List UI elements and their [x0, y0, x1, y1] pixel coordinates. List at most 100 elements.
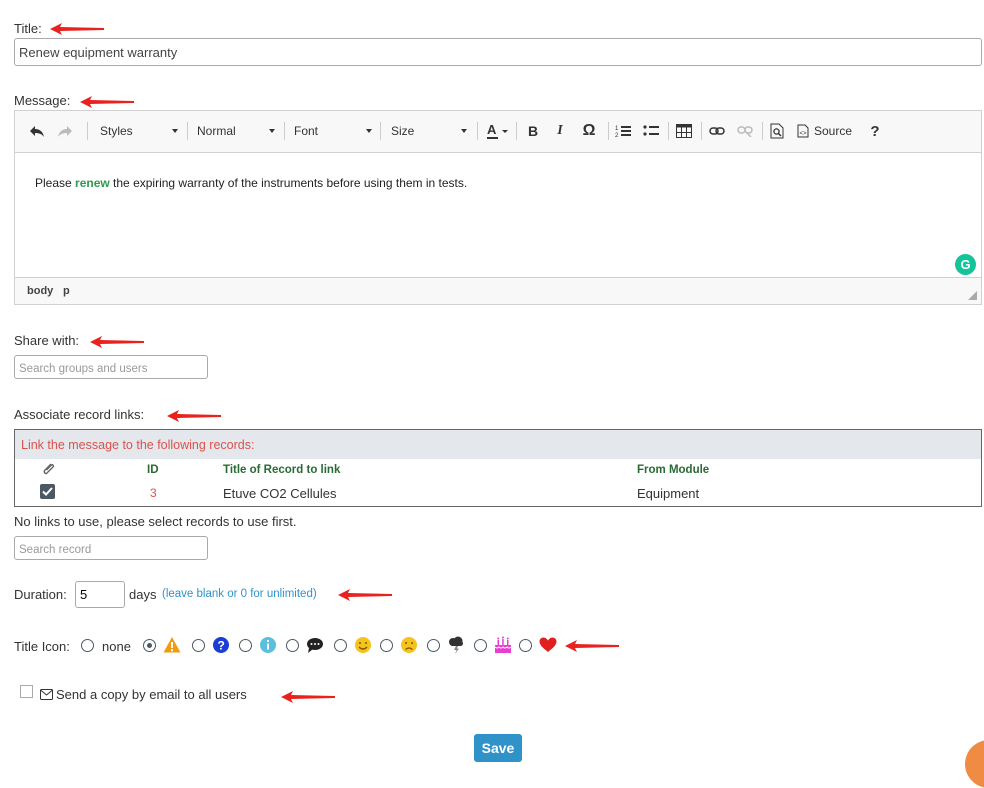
format-label: Normal	[197, 124, 236, 138]
duration-hint: (leave blank or 0 for unlimited)	[162, 588, 317, 600]
styles-label: Styles	[100, 124, 133, 138]
scroll-top-button[interactable]	[965, 740, 984, 788]
chevron-down-icon	[172, 129, 178, 133]
chevron-down-icon	[461, 129, 467, 133]
column-header-title: Title of Record to link	[223, 464, 341, 476]
speech-bubble-icon	[306, 636, 324, 654]
records-heading-text: Link the message to the following record…	[21, 438, 255, 452]
records-note: No links to use, please select records t…	[14, 514, 297, 529]
radio-cloud[interactable]	[427, 639, 440, 652]
email-copy-label: Send a copy by email to all users	[56, 687, 247, 702]
size-dropdown[interactable]: Size	[391, 121, 467, 141]
styles-dropdown[interactable]: Styles	[100, 121, 178, 141]
message-text: Please	[35, 176, 76, 190]
status-path-body[interactable]: body	[27, 285, 53, 297]
record-module: Equipment	[637, 486, 700, 501]
red-arrow-icon	[48, 22, 106, 36]
font-label: Font	[294, 124, 319, 138]
red-arrow-icon	[336, 588, 394, 602]
duration-label: Duration:	[14, 587, 67, 602]
storm-cloud-icon	[447, 636, 465, 654]
message-label: Message:	[14, 93, 71, 108]
record-id: 3	[150, 486, 157, 500]
paperclip-icon	[41, 461, 57, 480]
warning-icon	[163, 636, 181, 654]
radio-warning[interactable]	[143, 639, 156, 652]
svg-text:<>: <>	[800, 131, 808, 137]
save-button[interactable]: Save	[474, 734, 522, 762]
bold-icon[interactable]: B	[523, 121, 543, 141]
radio-heart[interactable]	[519, 639, 532, 652]
red-arrow-icon	[88, 335, 146, 349]
red-arrow-icon	[165, 409, 223, 423]
bulleted-list-icon[interactable]	[641, 121, 661, 141]
radio-sad[interactable]	[380, 639, 393, 652]
radio-speech[interactable]	[286, 639, 299, 652]
table-icon[interactable]	[674, 121, 694, 141]
question-icon: ?	[212, 636, 230, 654]
radio-question[interactable]	[192, 639, 205, 652]
special-char-icon[interactable]: Ω	[578, 121, 600, 141]
red-arrow-icon	[78, 95, 136, 109]
records-label: Associate record links:	[14, 407, 145, 422]
record-search-input[interactable]	[14, 536, 208, 560]
share-search-input[interactable]	[14, 355, 208, 379]
chevron-down-icon	[366, 129, 372, 133]
source-icon: <>	[797, 124, 809, 138]
source-button[interactable]: <> Source	[797, 121, 857, 141]
status-path-p[interactable]: p	[63, 285, 70, 297]
radio-info[interactable]	[239, 639, 252, 652]
link-icon[interactable]	[707, 121, 727, 141]
column-header-module: From Module	[637, 464, 710, 476]
svg-text:A: A	[487, 122, 497, 137]
envelope-icon	[40, 688, 53, 703]
grammarly-icon[interactable]: G	[955, 254, 976, 275]
editor-toolbar: Styles Normal Font Size A B I Ω 12 <> Sou…	[15, 111, 981, 153]
none-label: none	[102, 639, 131, 654]
redo-icon[interactable]	[55, 121, 75, 141]
duration-input[interactable]	[75, 581, 125, 608]
birthday-cake-icon	[494, 636, 512, 654]
preview-icon[interactable]	[767, 121, 787, 141]
rich-text-editor: Styles Normal Font Size A B I Ω 12 <> Sou…	[14, 110, 982, 305]
info-icon	[259, 636, 277, 654]
records-table-heading: Link the message to the following record…	[15, 430, 981, 459]
help-icon[interactable]: ?	[865, 121, 885, 141]
undo-icon[interactable]	[27, 121, 47, 141]
size-label: Size	[391, 124, 415, 138]
source-label: Source	[814, 124, 853, 138]
svg-text:2: 2	[615, 133, 619, 138]
duration-unit: days	[129, 587, 157, 602]
record-title: Etuve CO2 Cellules	[223, 486, 337, 501]
numbered-list-icon[interactable]: 12	[613, 121, 633, 141]
title-input[interactable]	[14, 38, 982, 66]
radio-smile[interactable]	[334, 639, 347, 652]
chevron-down-icon	[269, 129, 275, 133]
smile-icon	[354, 636, 372, 654]
red-arrow-icon	[563, 639, 621, 653]
share-label: Share with:	[14, 333, 80, 348]
radio-none[interactable]	[81, 639, 94, 652]
records-table: Link the message to the following record…	[14, 429, 982, 507]
heart-icon	[539, 636, 557, 654]
radio-cake[interactable]	[474, 639, 487, 652]
font-dropdown[interactable]: Font	[294, 121, 372, 141]
sad-icon	[400, 636, 418, 654]
text-color-icon[interactable]: A	[485, 121, 511, 141]
record-checkbox[interactable]	[40, 484, 55, 499]
column-header-id: ID	[147, 464, 159, 476]
resize-handle-icon[interactable]	[968, 291, 977, 300]
message-text-rest: the expiring warranty of the instruments…	[109, 176, 468, 190]
title-label: Title:	[14, 21, 42, 36]
italic-icon[interactable]: I	[550, 121, 570, 141]
title-icon-label: Title Icon:	[14, 639, 70, 654]
red-arrow-icon	[279, 690, 337, 704]
svg-text:?: ?	[218, 639, 225, 653]
editor-status-bar: body p	[15, 277, 981, 304]
message-highlight: renew	[75, 176, 110, 190]
format-dropdown[interactable]: Normal	[197, 121, 275, 141]
editor-content[interactable]: Please renew the expiring warranty of th…	[15, 153, 981, 277]
svg-text:1: 1	[615, 126, 619, 132]
unlink-icon[interactable]	[735, 121, 755, 141]
email-copy-checkbox[interactable]	[20, 685, 33, 698]
